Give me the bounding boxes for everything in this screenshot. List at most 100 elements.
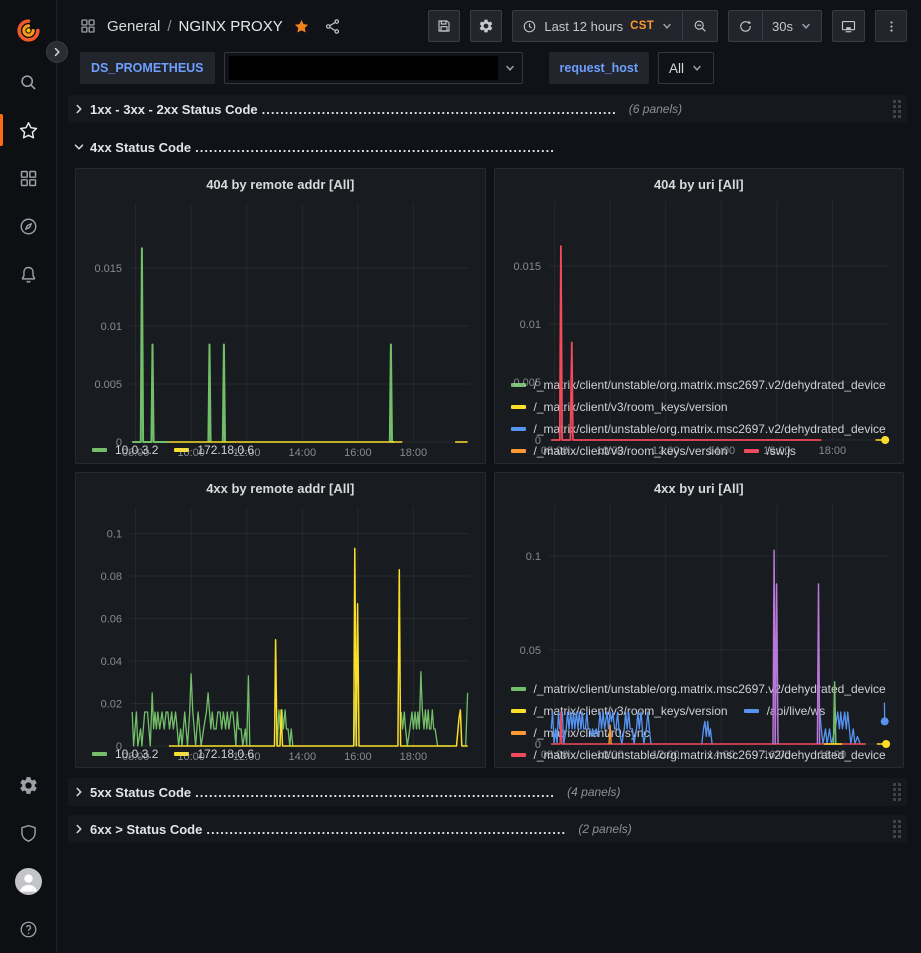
datasource-value-redacted <box>229 56 498 80</box>
kebab-icon <box>884 19 899 34</box>
clock-icon <box>522 19 537 34</box>
sidebar-expand-button[interactable] <box>46 41 68 63</box>
chart-svg: 08:0010:0012:0014:0016:0018:0000.020.040… <box>84 501 477 764</box>
zoom-out-button[interactable] <box>683 11 717 41</box>
panel-404-by-uri: 404 by uri [All] 08:0010:0012:0014:0016:… <box>494 168 905 464</box>
svg-text:0.06: 0.06 <box>101 614 122 626</box>
chevron-down-icon <box>800 20 812 32</box>
row-header-4xx[interactable]: 4xx Status Code ........................… <box>68 133 907 161</box>
time-series-chart[interactable]: 08:0010:0012:0014:0016:0018:0000.0050.01… <box>503 195 896 373</box>
more-options-button[interactable] <box>875 10 907 42</box>
refresh-icon <box>738 19 753 34</box>
panel-title[interactable]: 404 by uri [All] <box>503 174 896 195</box>
sidebar-item-starred[interactable] <box>0 106 57 154</box>
time-series-chart[interactable]: 08:0010:0012:0014:0016:0018:0000.050.1 <box>503 499 896 677</box>
sidebar-item-server-admin[interactable] <box>0 809 57 857</box>
gear-icon <box>478 18 494 34</box>
svg-text:0.02: 0.02 <box>101 699 122 711</box>
sidebar-item-explore[interactable] <box>0 202 57 250</box>
datasource-variable-select[interactable] <box>224 52 523 84</box>
time-series-chart[interactable]: 08:0010:0012:0014:0016:0018:0000.020.040… <box>84 501 477 742</box>
row-title: 4xx Status Code <box>90 140 191 155</box>
user-icon <box>15 868 42 895</box>
drag-handle-icon[interactable] <box>893 820 901 838</box>
request-host-variable-label[interactable]: request_host <box>549 52 650 84</box>
dashboard-settings-button[interactable] <box>470 10 502 42</box>
row-title: 1xx - 3xx - 2xx Status Code <box>90 102 258 117</box>
drag-handle-icon[interactable] <box>893 100 901 118</box>
panel-title[interactable]: 4xx by uri [All] <box>503 478 896 499</box>
chevron-down-icon <box>661 20 673 32</box>
dashboard-body: 1xx - 3xx - 2xx Status Code ............… <box>57 90 921 843</box>
cycle-view-button[interactable] <box>832 10 865 42</box>
sidebar <box>0 0 57 953</box>
panel-title[interactable]: 4xx by remote addr [All] <box>84 478 477 501</box>
svg-text:0: 0 <box>534 739 540 751</box>
row-header-1xx-3xx-2xx[interactable]: 1xx - 3xx - 2xx Status Code ............… <box>68 95 907 123</box>
chevron-right-icon <box>51 46 63 58</box>
chevron-down-icon <box>504 62 516 74</box>
refresh-button[interactable] <box>729 11 762 41</box>
svg-text:16:00: 16:00 <box>344 751 372 763</box>
search-icon <box>18 72 39 93</box>
help-icon <box>18 919 39 940</box>
refresh-interval-button[interactable]: 30s <box>763 11 821 41</box>
save-icon <box>436 18 452 34</box>
row-title: 5xx Status Code <box>90 785 191 800</box>
svg-text:16:00: 16:00 <box>763 749 791 761</box>
svg-text:10:00: 10:00 <box>596 749 624 761</box>
svg-text:0.01: 0.01 <box>519 319 540 331</box>
svg-text:18:00: 18:00 <box>818 749 846 761</box>
row-header-5xx[interactable]: 5xx Status Code ........................… <box>68 778 907 806</box>
svg-text:12:00: 12:00 <box>651 749 679 761</box>
svg-text:12:00: 12:00 <box>233 447 261 459</box>
favorite-star-button[interactable] <box>293 18 310 35</box>
shield-icon <box>18 823 39 844</box>
avatar <box>15 868 42 895</box>
sidebar-item-alerting[interactable] <box>0 250 57 298</box>
sidebar-item-dashboards[interactable] <box>0 154 57 202</box>
chevron-down-icon <box>72 140 86 154</box>
chevron-right-icon <box>72 785 86 799</box>
timezone-label: CST <box>630 20 654 32</box>
chart-svg: 08:0010:0012:0014:0016:0018:0000.0050.01… <box>503 195 896 458</box>
svg-text:0: 0 <box>116 437 122 449</box>
svg-text:18:00: 18:00 <box>818 445 846 457</box>
apps-icon <box>79 17 97 35</box>
svg-text:0: 0 <box>534 435 540 447</box>
main-area: General / NGINX PROXY <box>57 0 921 953</box>
row-panel-count: (4 panels) <box>567 785 620 799</box>
breadcrumb-separator: / <box>167 18 171 35</box>
row-title-dots: ........................................… <box>262 102 617 117</box>
row-header-6xx[interactable]: 6xx > Status Code ......................… <box>68 815 907 843</box>
svg-text:0.04: 0.04 <box>101 656 122 668</box>
breadcrumb-section[interactable]: General <box>107 18 160 35</box>
time-range-button[interactable]: Last 12 hours CST <box>513 11 682 41</box>
save-dashboard-button[interactable] <box>428 10 460 42</box>
svg-text:0.1: 0.1 <box>525 551 540 563</box>
drag-handle-icon[interactable] <box>893 783 901 801</box>
request-host-variable-select[interactable]: All <box>658 52 714 84</box>
sidebar-item-help[interactable] <box>0 905 57 953</box>
sidebar-item-configuration[interactable] <box>0 761 57 809</box>
share-button[interactable] <box>324 18 341 35</box>
star-icon <box>18 120 39 141</box>
chart-svg: 08:0010:0012:0014:0016:0018:0000.0050.01… <box>84 197 477 460</box>
panel-title[interactable]: 404 by remote addr [All] <box>84 174 477 197</box>
svg-text:0.1: 0.1 <box>107 529 122 541</box>
svg-text:16:00: 16:00 <box>763 445 791 457</box>
svg-text:18:00: 18:00 <box>400 447 428 459</box>
row-title-dots: ........................................… <box>195 140 555 155</box>
panel-404-by-remote-addr: 404 by remote addr [All] 08:0010:0012:00… <box>75 168 486 464</box>
refresh-picker: 30s <box>728 10 822 42</box>
svg-text:10:00: 10:00 <box>177 447 205 459</box>
svg-text:10:00: 10:00 <box>177 751 205 763</box>
time-range-label: Last 12 hours <box>544 19 623 34</box>
time-series-chart[interactable]: 08:0010:0012:0014:0016:0018:0000.0050.01… <box>84 197 477 438</box>
row-title-dots: ........................................… <box>206 822 566 837</box>
sidebar-item-search[interactable] <box>0 58 57 106</box>
datasource-variable-label[interactable]: DS_PROMETHEUS <box>80 52 215 84</box>
row-panel-count: (2 panels) <box>578 822 631 836</box>
svg-text:12:00: 12:00 <box>233 751 261 763</box>
sidebar-item-profile[interactable] <box>0 857 57 905</box>
